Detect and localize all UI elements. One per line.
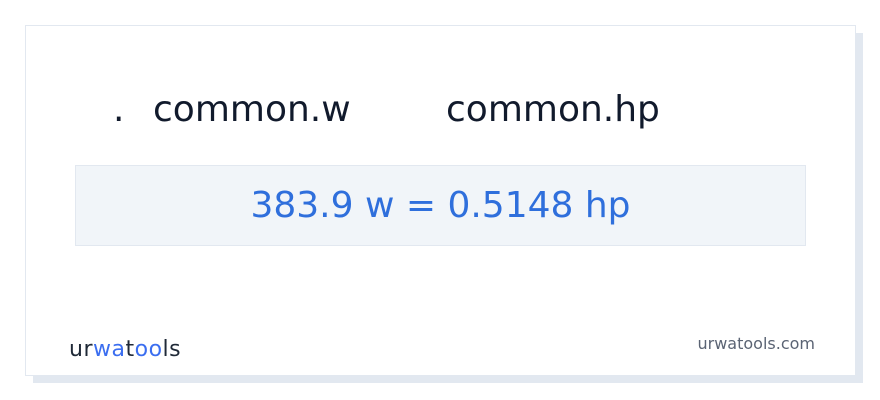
result-box: 383.9 w = 0.5148 hp [75,165,806,246]
logo-text-accent-2: oo [134,337,163,362]
logo-text-2: t [125,337,135,362]
logo-text-accent-1: wa [93,337,126,362]
unit-separator: . [113,89,125,130]
from-unit-label: common.w [153,89,351,130]
conversion-result: 383.9 w = 0.5148 hp [250,184,631,226]
logo-text-1: ur [69,337,93,362]
converter-card: . common.w common.hp 383.9 w = 0.5148 hp… [25,25,856,376]
site-link[interactable]: urwatools.com [698,336,816,352]
urwatools-logo[interactable]: urwatools [69,339,181,361]
logo-text-3: ls [162,337,182,362]
to-unit-label: common.hp [446,89,660,130]
